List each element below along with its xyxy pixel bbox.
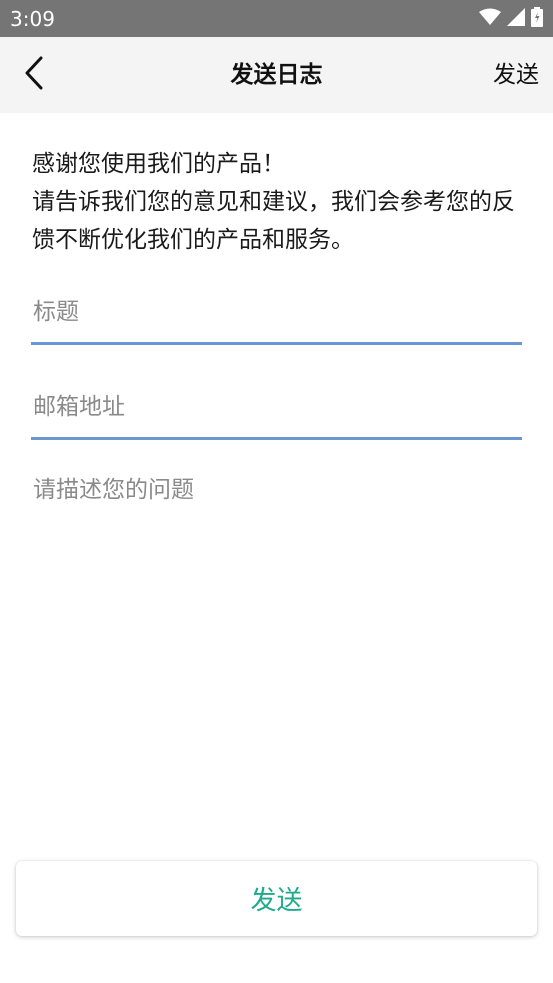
- wifi-icon: [479, 8, 501, 30]
- intro-request: 请告诉我们您的意见和建议，我们会参考您的反馈不断优化我们的产品和服务。: [32, 189, 515, 253]
- send-button[interactable]: 发送: [16, 861, 537, 936]
- battery-icon: [531, 7, 543, 31]
- intro-text: 感谢您使用我们的产品！ 请告诉我们您的意见和建议，我们会参考您的反馈不断优化我们…: [32, 145, 527, 259]
- signal-icon: [507, 8, 525, 30]
- email-input[interactable]: [31, 389, 522, 425]
- email-underline: [31, 437, 522, 440]
- description-input[interactable]: [31, 468, 522, 828]
- title-input[interactable]: [31, 294, 522, 330]
- status-time: 3:09: [10, 7, 55, 31]
- email-field: [31, 389, 522, 440]
- status-bar: 3:09: [0, 0, 553, 37]
- intro-thanks: 感谢您使用我们的产品！: [32, 151, 285, 177]
- page-title: 发送日志: [230, 62, 323, 88]
- title-field: [31, 294, 522, 345]
- status-icons: [479, 7, 543, 31]
- app-bar: 发送日志 发送: [0, 37, 553, 113]
- title-underline: [31, 342, 522, 345]
- send-action-button[interactable]: 发送: [493, 59, 539, 91]
